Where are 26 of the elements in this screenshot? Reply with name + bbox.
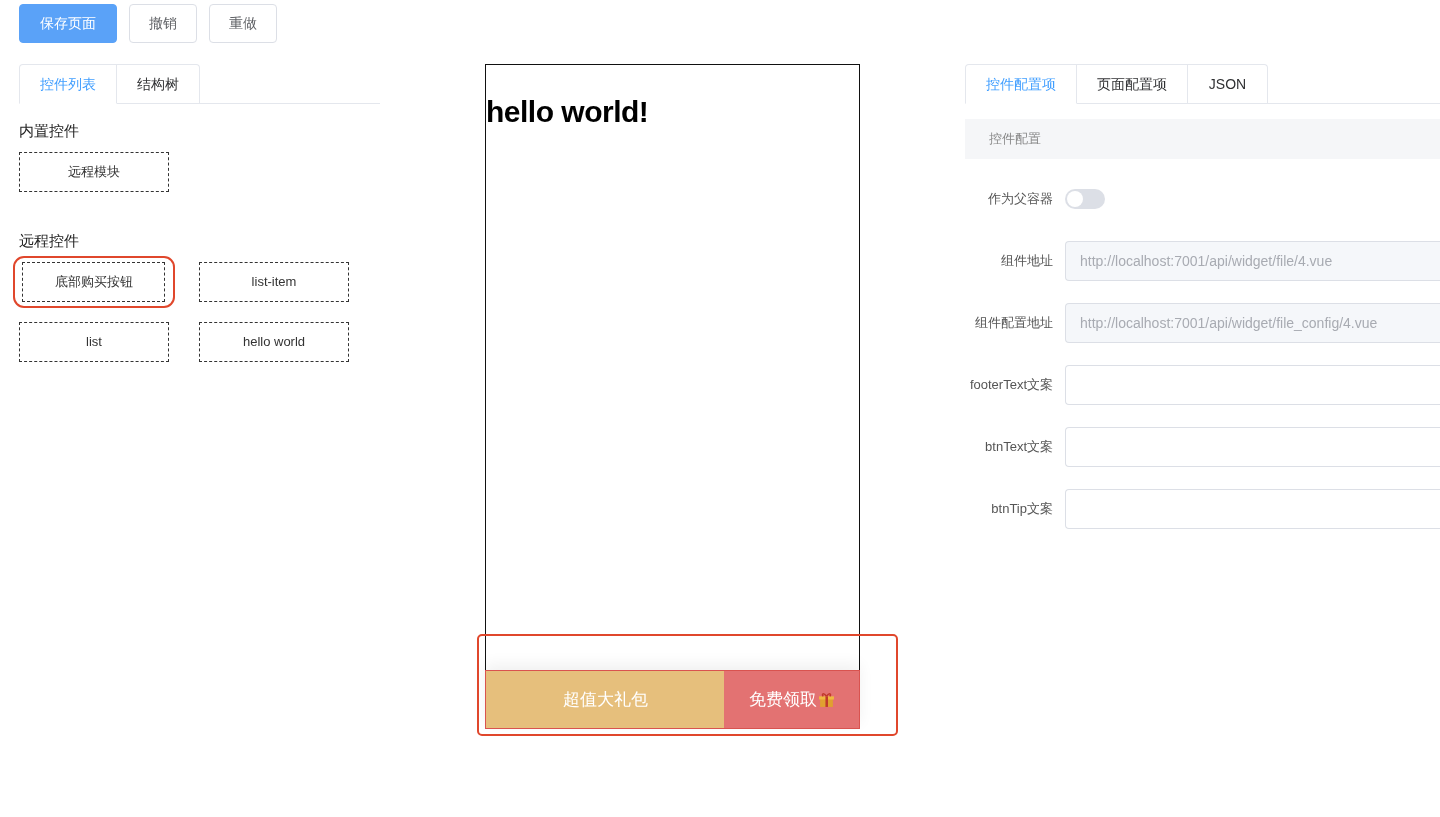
- field-label: 组件配置地址: [974, 314, 1054, 332]
- panel-tab[interactable]: JSON: [1188, 64, 1268, 103]
- toggle-switch[interactable]: [1065, 189, 1105, 209]
- panel-tab[interactable]: 页面配置项: [1077, 64, 1188, 103]
- widget-item[interactable]: 远程模块: [19, 152, 169, 192]
- panel-tab[interactable]: 结构树: [117, 64, 200, 103]
- toolbar-button[interactable]: 重做: [209, 4, 277, 43]
- field-label: footerText文案: [968, 376, 1054, 394]
- input-field[interactable]: [1065, 427, 1440, 467]
- gift-icon: [817, 691, 835, 708]
- footer-text: 超值大礼包: [486, 671, 724, 728]
- field-label: btnTip文案: [990, 500, 1054, 518]
- input-field[interactable]: [1065, 489, 1440, 529]
- field-label: 组件地址: [1000, 252, 1054, 270]
- widget-item[interactable]: list: [19, 322, 169, 362]
- widget-item[interactable]: 底部购买按钮: [22, 262, 165, 302]
- field-label: btnText文案: [984, 438, 1054, 456]
- toolbar-button[interactable]: 撤销: [129, 4, 197, 43]
- group-title: 远程控件: [19, 232, 80, 251]
- section-title: 控件配置: [989, 130, 1041, 148]
- canvas-heading: hello world!: [486, 95, 650, 129]
- input-field[interactable]: [1065, 365, 1440, 405]
- widget-item[interactable]: list-item: [199, 262, 349, 302]
- widget-item[interactable]: hello world: [199, 322, 349, 362]
- group-title: 内置控件: [19, 122, 80, 141]
- field-label: 作为父容器: [987, 190, 1054, 208]
